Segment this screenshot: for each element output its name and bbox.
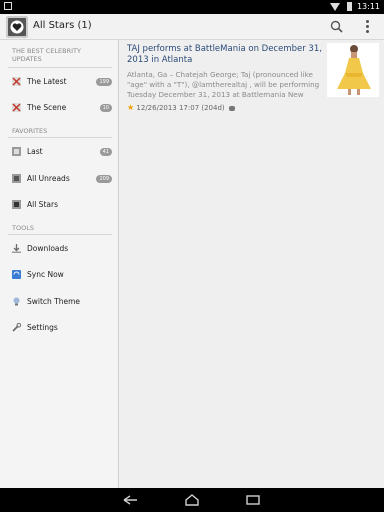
drawer-item-downloads[interactable]: Downloads: [0, 237, 118, 261]
page-title: All Stars (1): [33, 20, 92, 31]
history-icon: [12, 147, 21, 156]
divider: [8, 137, 112, 138]
drawer-item-the-scene[interactable]: The Scene 10: [0, 96, 118, 120]
drawer-item-label: All Stars: [27, 200, 58, 209]
drawer-item-label: All Unreads: [27, 174, 70, 183]
app-icon[interactable]: [6, 16, 28, 38]
search-icon: [330, 20, 343, 33]
overflow-dot: [365, 20, 369, 23]
drawer-item-label: Switch Theme: [27, 297, 81, 306]
article-list: TAJ performs at BattleMania on December …: [119, 40, 384, 488]
unread-icon: [12, 174, 21, 183]
clock: 13:11: [356, 2, 380, 11]
divider: [8, 67, 112, 68]
navigation-drawer: THE BEST CELEBRITY UPDATES The Latest 19…: [0, 40, 119, 488]
overflow-menu-button[interactable]: [360, 18, 374, 36]
drawer-item-last[interactable]: Last 41: [0, 140, 118, 164]
section-header-updates: THE BEST CELEBRITY UPDATES: [12, 47, 81, 63]
download-icon: [12, 244, 21, 253]
action-bar: All Stars (1): [0, 14, 384, 40]
unread-count-badge: 10: [99, 104, 112, 112]
article-meta: ★ 12/26/2013 17:07 (204d): [127, 103, 235, 112]
home-icon[interactable]: [182, 493, 202, 507]
star-folder-icon: [12, 200, 21, 209]
wrench-icon: [12, 323, 21, 332]
section-header-tools: TOOLS: [12, 224, 34, 232]
article-date: 12/26/2013 17:07 (204d): [136, 104, 225, 112]
overflow-dot: [365, 30, 369, 33]
drawer-item-switch-theme[interactable]: Switch Theme: [0, 290, 118, 314]
drawer-item-label: Sync Now: [27, 270, 64, 279]
drawer-item-the-latest[interactable]: The Latest 199: [0, 70, 118, 94]
article-snippet: Atlanta, Ga – Chatejah George; Taj (pron…: [127, 70, 320, 99]
unread-count-badge: 209: [96, 175, 112, 183]
drawer-item-label: Last: [27, 147, 43, 156]
section-header-favorites: FAVORITES: [12, 127, 48, 135]
feed-icon: [12, 103, 21, 112]
drawer-item-sync-now[interactable]: Sync Now: [0, 263, 118, 287]
dress-photo-icon: [337, 45, 371, 95]
drawer-item-label: The Latest: [27, 77, 67, 86]
system-navigation-bar: [0, 488, 384, 512]
recent-apps-icon[interactable]: [243, 493, 263, 507]
notification-icon: [4, 2, 12, 10]
battery-icon: [347, 2, 352, 11]
unread-count-badge: 199: [96, 78, 112, 86]
lightbulb-icon: [13, 297, 20, 306]
star-icon[interactable]: ★: [127, 103, 134, 112]
drawer-item-label: The Scene: [27, 103, 67, 112]
article-title: TAJ performs at BattleMania on December …: [127, 44, 322, 65]
drawer-item-all-unreads[interactable]: All Unreads 209: [0, 167, 118, 191]
list-item[interactable]: TAJ performs at BattleMania on December …: [119, 40, 384, 118]
drawer-item-settings[interactable]: Settings: [0, 316, 118, 340]
drawer-item-all-stars[interactable]: All Stars: [0, 193, 118, 217]
divider: [8, 234, 112, 235]
unread-count-badge: 41: [99, 148, 112, 156]
sync-icon: [12, 270, 21, 279]
feed-icon: [12, 77, 21, 86]
comment-icon: [228, 105, 235, 111]
drawer-item-label: Settings: [27, 323, 58, 332]
status-bar: 13:11: [0, 0, 384, 14]
article-thumbnail: [327, 43, 379, 97]
search-button[interactable]: [328, 18, 346, 36]
drawer-item-label: Downloads: [27, 244, 69, 253]
back-icon[interactable]: [120, 493, 140, 507]
overflow-dot: [365, 25, 369, 28]
heart-icon: [10, 20, 24, 34]
wifi-icon: [330, 3, 340, 11]
